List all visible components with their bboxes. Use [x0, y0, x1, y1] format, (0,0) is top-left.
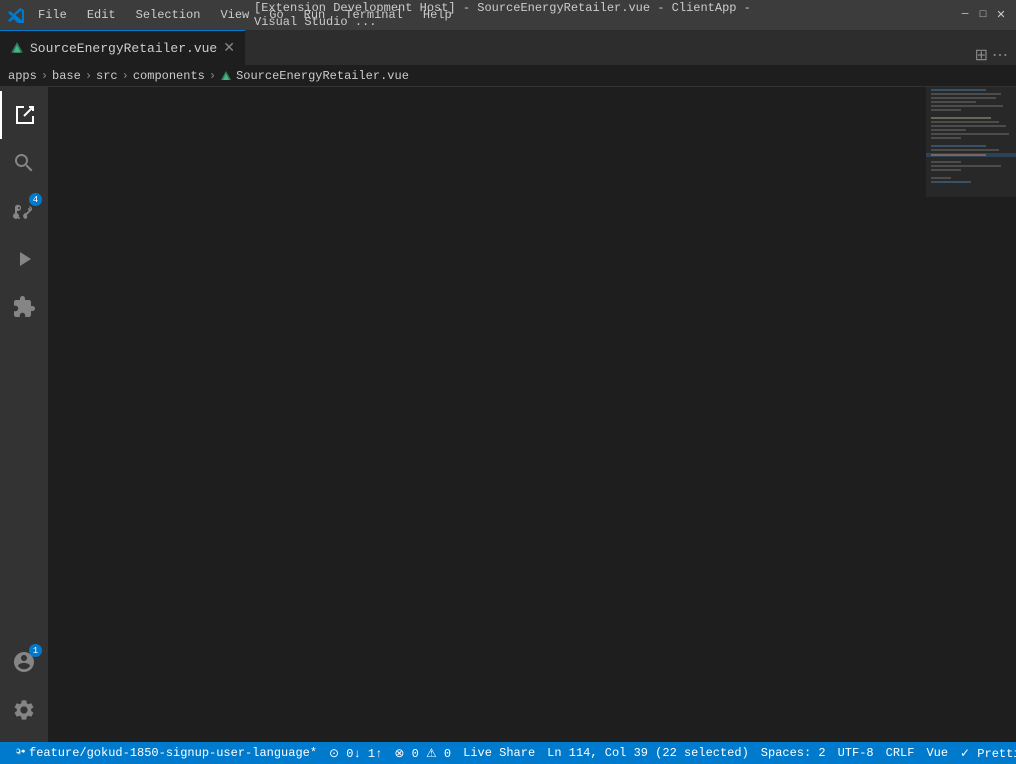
- menu-edit[interactable]: Edit: [81, 6, 122, 24]
- main-layout: 4 1: [0, 87, 1016, 742]
- status-position[interactable]: Ln 114, Col 39 (22 selected): [541, 742, 755, 764]
- status-right: Ln 114, Col 39 (22 selected) Spaces: 2 U…: [541, 742, 1016, 764]
- status-errors[interactable]: ⊗ 0 ⚠ 0: [388, 742, 457, 764]
- prettier-label: ✓ Prettier: [960, 746, 1016, 761]
- activity-bar-bottom: 1: [0, 638, 48, 742]
- breadcrumb-src[interactable]: src: [96, 69, 118, 83]
- activity-run-debug[interactable]: [0, 235, 48, 283]
- breadcrumb-file[interactable]: SourceEnergyRetailer.vue: [236, 69, 409, 83]
- tab-label: SourceEnergyRetailer.vue: [30, 41, 217, 56]
- window-title: [Extension Development Host] - SourceEne…: [254, 1, 762, 29]
- status-bar: feature/gokud-1850-signup-user-language*…: [0, 742, 1016, 764]
- status-live-share[interactable]: Live Share: [457, 742, 541, 764]
- vue-icon: [10, 41, 24, 55]
- editor-area: [48, 87, 1016, 742]
- status-prettier[interactable]: ✓ Prettier: [954, 742, 1016, 764]
- activity-accounts[interactable]: 1: [0, 638, 48, 686]
- breadcrumb: apps › base › src › components › SourceE…: [0, 65, 1016, 87]
- activity-settings[interactable]: [0, 686, 48, 734]
- status-eol[interactable]: CRLF: [880, 742, 921, 764]
- menu-selection[interactable]: Selection: [130, 6, 207, 24]
- status-language[interactable]: Vue: [920, 742, 954, 764]
- activity-search[interactable]: [0, 139, 48, 187]
- tab-bar: SourceEnergyRetailer.vue ✕ ⊞ ⋯: [0, 30, 1016, 65]
- branch-name: feature/gokud-1850-signup-user-language*: [29, 746, 317, 760]
- accounts-badge: 1: [29, 644, 42, 657]
- tab-close-button[interactable]: ✕: [223, 40, 235, 57]
- breadcrumb-base[interactable]: base: [52, 69, 81, 83]
- window-controls: ─ □ ✕: [958, 8, 1008, 22]
- minimize-button[interactable]: ─: [958, 8, 972, 22]
- tab-source-energy-retailer[interactable]: SourceEnergyRetailer.vue ✕: [0, 30, 245, 65]
- spaces-label: Spaces: 2: [761, 746, 826, 760]
- menu-view[interactable]: View: [214, 6, 255, 24]
- activity-source-control[interactable]: 4: [0, 187, 48, 235]
- position-label: Ln 114, Col 39 (22 selected): [547, 746, 749, 760]
- status-sync[interactable]: ⊙ 0↓ 1↑: [323, 742, 388, 764]
- status-branch[interactable]: feature/gokud-1850-signup-user-language*: [8, 742, 323, 764]
- activity-explorer[interactable]: [0, 91, 48, 139]
- sync-label: ⊙ 0↓ 1↑: [329, 746, 382, 761]
- minimap: [926, 87, 1016, 742]
- encoding-label: UTF-8: [838, 746, 874, 760]
- title-bar: File Edit Selection View Go Run Terminal…: [0, 0, 1016, 30]
- more-actions-button[interactable]: ⋯: [992, 45, 1008, 65]
- activity-bar: 4 1: [0, 87, 48, 742]
- source-control-badge: 4: [29, 193, 42, 206]
- vue-breadcrumb-icon: [220, 70, 232, 82]
- errors-label: ⊗ 0 ⚠ 0: [394, 746, 451, 761]
- status-encoding[interactable]: UTF-8: [832, 742, 880, 764]
- breadcrumb-apps[interactable]: apps: [8, 69, 37, 83]
- eol-label: CRLF: [886, 746, 915, 760]
- vscode-logo: [8, 7, 24, 23]
- language-label: Vue: [926, 746, 948, 760]
- live-share-label: Live Share: [463, 746, 535, 760]
- editor-layout-button[interactable]: ⊞: [975, 45, 988, 65]
- status-spaces[interactable]: Spaces: 2: [755, 742, 832, 764]
- maximize-button[interactable]: □: [976, 8, 990, 22]
- code-content[interactable]: [98, 87, 926, 742]
- activity-extensions[interactable]: [0, 283, 48, 331]
- close-button[interactable]: ✕: [994, 8, 1008, 22]
- breadcrumb-components[interactable]: components: [133, 69, 205, 83]
- branch-icon: [14, 747, 26, 759]
- line-numbers: [48, 87, 98, 742]
- code-editor[interactable]: [48, 87, 1016, 742]
- menu-file[interactable]: File: [32, 6, 73, 24]
